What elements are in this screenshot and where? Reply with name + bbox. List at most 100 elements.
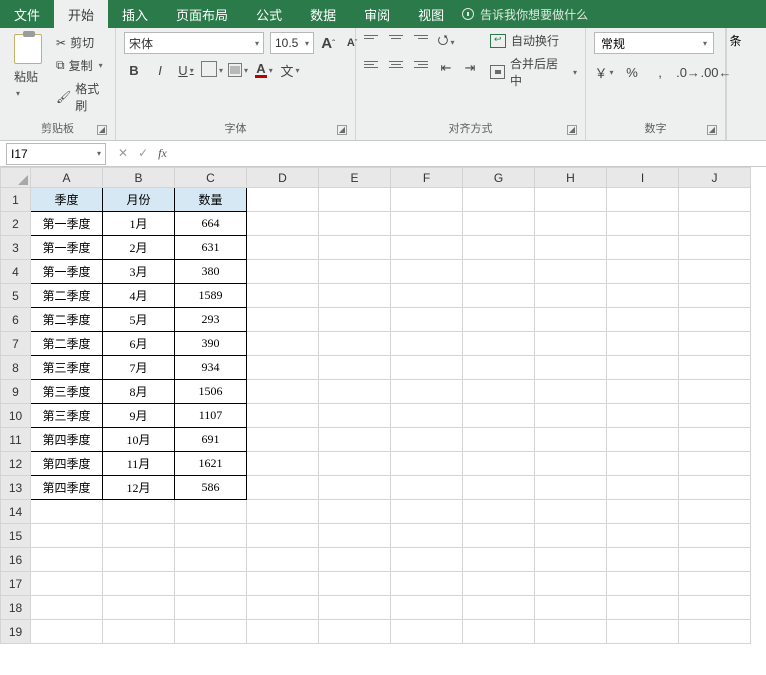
name-box[interactable]: I17▾ xyxy=(6,143,106,165)
cell-C15[interactable] xyxy=(175,524,247,548)
cell-I3[interactable] xyxy=(607,236,679,260)
cell-E1[interactable] xyxy=(319,188,391,212)
cell-C8[interactable]: 934 xyxy=(175,356,247,380)
cell-E2[interactable] xyxy=(319,212,391,236)
cell-C13[interactable]: 586 xyxy=(175,476,247,500)
cell-F7[interactable] xyxy=(391,332,463,356)
tab-home[interactable]: 开始 xyxy=(54,0,108,28)
cell-H11[interactable] xyxy=(535,428,607,452)
cell-F14[interactable] xyxy=(391,500,463,524)
cell-J11[interactable] xyxy=(679,428,751,452)
column-header-E[interactable]: E xyxy=(319,168,391,188)
cell-H4[interactable] xyxy=(535,260,607,284)
column-header-F[interactable]: F xyxy=(391,168,463,188)
cell-E7[interactable] xyxy=(319,332,391,356)
decrease-decimal-button[interactable]: .00← xyxy=(706,62,726,82)
cell-J18[interactable] xyxy=(679,596,751,620)
cell-D7[interactable] xyxy=(247,332,319,356)
cell-A12[interactable]: 第四季度 xyxy=(31,452,103,476)
cell-J14[interactable] xyxy=(679,500,751,524)
shrink-font-button[interactable]: Aˇ xyxy=(342,33,362,53)
cell-F18[interactable] xyxy=(391,596,463,620)
clipboard-dialog-launcher[interactable]: ◢ xyxy=(97,125,107,135)
row-header-9[interactable]: 9 xyxy=(1,380,31,404)
cell-D11[interactable] xyxy=(247,428,319,452)
alignment-dialog-launcher[interactable]: ◢ xyxy=(567,125,577,135)
cell-I9[interactable] xyxy=(607,380,679,404)
cell-G10[interactable] xyxy=(463,404,535,428)
cell-C14[interactable] xyxy=(175,500,247,524)
cell-I8[interactable] xyxy=(607,356,679,380)
cell-J12[interactable] xyxy=(679,452,751,476)
cell-H15[interactable] xyxy=(535,524,607,548)
cell-A13[interactable]: 第四季度 xyxy=(31,476,103,500)
cell-D14[interactable] xyxy=(247,500,319,524)
cell-B5[interactable]: 4月 xyxy=(103,284,175,308)
align-left[interactable] xyxy=(364,54,384,74)
orientation-button[interactable]: ⭯▾ xyxy=(436,32,456,52)
cell-E13[interactable] xyxy=(319,476,391,500)
cell-D13[interactable] xyxy=(247,476,319,500)
tab-data[interactable]: 数据 xyxy=(296,0,350,28)
column-header-J[interactable]: J xyxy=(679,168,751,188)
cell-I6[interactable] xyxy=(607,308,679,332)
cell-J16[interactable] xyxy=(679,548,751,572)
font-color-button[interactable]: A▾ xyxy=(254,60,274,80)
cell-D4[interactable] xyxy=(247,260,319,284)
cell-H2[interactable] xyxy=(535,212,607,236)
cell-A19[interactable] xyxy=(31,620,103,644)
font-name-select[interactable]: 宋体▾ xyxy=(124,32,264,54)
cell-B19[interactable] xyxy=(103,620,175,644)
fx-icon[interactable]: fx xyxy=(158,146,167,161)
increase-decimal-button[interactable]: .0→ xyxy=(678,62,698,82)
cell-G17[interactable] xyxy=(463,572,535,596)
cut-button[interactable]: ✂剪切 xyxy=(52,32,107,53)
column-header-A[interactable]: A xyxy=(31,168,103,188)
cell-H12[interactable] xyxy=(535,452,607,476)
paste-button[interactable]: 粘贴▾ xyxy=(8,32,48,99)
tab-formulas[interactable]: 公式 xyxy=(242,0,296,28)
row-header-15[interactable]: 15 xyxy=(1,524,31,548)
row-header-8[interactable]: 8 xyxy=(1,356,31,380)
cell-A6[interactable]: 第二季度 xyxy=(31,308,103,332)
cell-B10[interactable]: 9月 xyxy=(103,404,175,428)
cell-C1[interactable]: 数量 xyxy=(175,188,247,212)
align-top-right[interactable] xyxy=(408,32,428,52)
merge-center-button[interactable]: 合并后居中▾ xyxy=(490,55,577,89)
grow-font-button[interactable]: Aˆ xyxy=(318,33,338,53)
cell-D15[interactable] xyxy=(247,524,319,548)
row-header-18[interactable]: 18 xyxy=(1,596,31,620)
cell-E12[interactable] xyxy=(319,452,391,476)
cell-C4[interactable]: 380 xyxy=(175,260,247,284)
increase-indent-button[interactable]: ⇥ xyxy=(460,58,480,78)
cell-I18[interactable] xyxy=(607,596,679,620)
tab-page-layout[interactable]: 页面布局 xyxy=(162,0,242,28)
row-header-19[interactable]: 19 xyxy=(1,620,31,644)
fill-color-button[interactable]: ▾ xyxy=(228,60,248,80)
cell-C19[interactable] xyxy=(175,620,247,644)
cell-F5[interactable] xyxy=(391,284,463,308)
cell-J19[interactable] xyxy=(679,620,751,644)
cell-B12[interactable]: 11月 xyxy=(103,452,175,476)
column-header-G[interactable]: G xyxy=(463,168,535,188)
cell-D10[interactable] xyxy=(247,404,319,428)
cell-E17[interactable] xyxy=(319,572,391,596)
italic-button[interactable]: I xyxy=(150,60,170,80)
cell-G3[interactable] xyxy=(463,236,535,260)
cell-I16[interactable] xyxy=(607,548,679,572)
row-header-4[interactable]: 4 xyxy=(1,260,31,284)
cell-B4[interactable]: 3月 xyxy=(103,260,175,284)
cell-E3[interactable] xyxy=(319,236,391,260)
cell-C11[interactable]: 691 xyxy=(175,428,247,452)
enter-formula-icon[interactable]: ✓ xyxy=(138,146,148,161)
cell-E14[interactable] xyxy=(319,500,391,524)
cell-D9[interactable] xyxy=(247,380,319,404)
cell-F8[interactable] xyxy=(391,356,463,380)
cell-A3[interactable]: 第一季度 xyxy=(31,236,103,260)
row-header-2[interactable]: 2 xyxy=(1,212,31,236)
cell-D17[interactable] xyxy=(247,572,319,596)
align-center[interactable] xyxy=(386,54,406,74)
cell-C3[interactable]: 631 xyxy=(175,236,247,260)
cell-H6[interactable] xyxy=(535,308,607,332)
cell-H7[interactable] xyxy=(535,332,607,356)
